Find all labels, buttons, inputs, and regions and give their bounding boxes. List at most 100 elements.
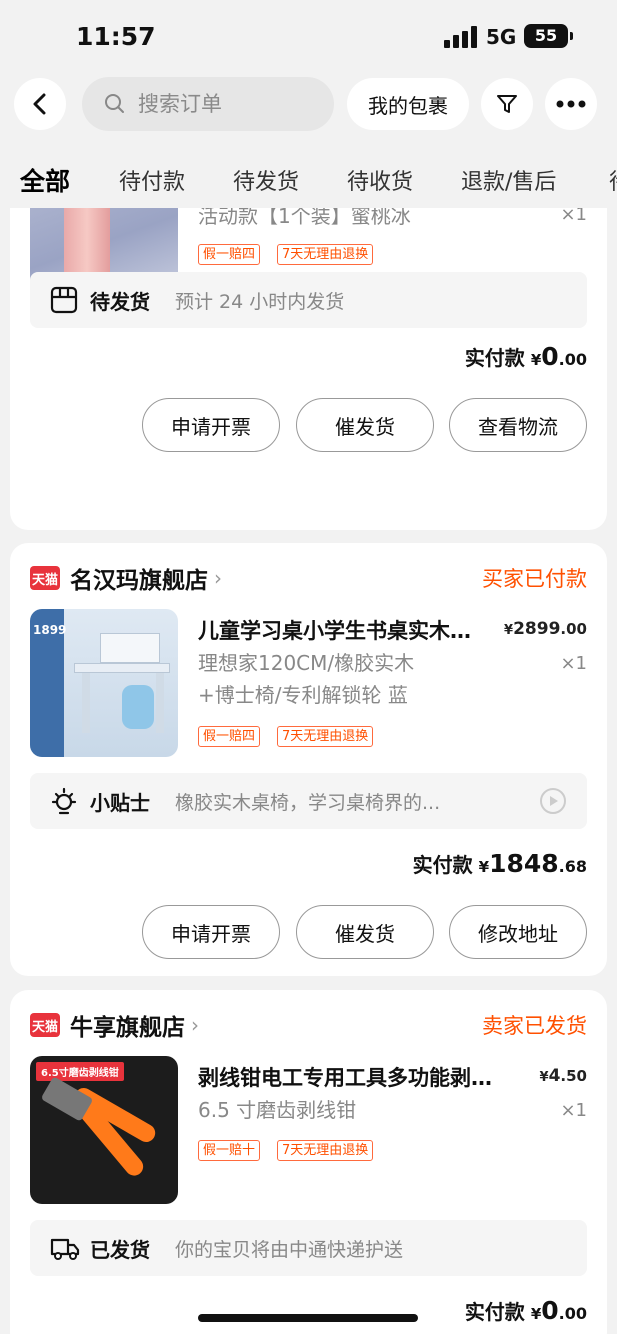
product-price: ¥2899.00: [504, 619, 587, 639]
tab-refund[interactable]: 退款/售后: [461, 164, 556, 196]
filter-button[interactable]: [481, 78, 533, 130]
currency-symbol: ¥: [478, 858, 490, 876]
tab-pending-payment[interactable]: 待付款: [119, 164, 185, 196]
thumb-label: 6.5寸磨齿剥线钳: [36, 1062, 124, 1081]
order-status: 买家已付款: [482, 567, 587, 591]
tag-return-policy: 7天无理由退换: [277, 1140, 374, 1161]
paid-amount: 实付款 ¥0.00: [465, 1296, 587, 1325]
paid-int: 0: [541, 1296, 559, 1325]
product-qty: ×1: [560, 208, 587, 225]
tag-fake-compensation: 假一赔四: [198, 726, 261, 747]
info-desc: 橡胶实木桌椅，学习桌椅界的...: [175, 792, 441, 814]
my-package-label: 我的包裹: [368, 93, 448, 118]
desk-shelf: [100, 633, 160, 663]
my-package-button[interactable]: 我的包裹: [347, 78, 469, 130]
product-price: ¥4.50: [540, 1066, 587, 1086]
paid-label: 实付款: [464, 346, 525, 370]
desk-leg: [82, 673, 90, 733]
search-input[interactable]: [138, 85, 324, 123]
play-icon[interactable]: [539, 787, 567, 815]
price-dec: .00: [560, 620, 587, 638]
tab-pending-receipt[interactable]: 待收货: [347, 164, 413, 196]
tag-return-policy: 7天无理由退换: [277, 244, 374, 265]
home-indicator[interactable]: [198, 1314, 418, 1322]
desk-leg: [156, 673, 164, 733]
info-label: 已发货: [90, 1238, 150, 1262]
search-box[interactable]: [82, 77, 334, 131]
paid-label: 实付款: [464, 1300, 525, 1324]
lightbulb-icon: [51, 787, 77, 815]
order-status: 卖家已发货: [482, 1014, 587, 1038]
product-thumbnail[interactable]: 6.5寸磨齿剥线钳: [30, 1056, 178, 1204]
currency-symbol: ¥: [530, 351, 542, 369]
status-time: 11:57: [76, 22, 156, 51]
network-label: 5G: [486, 25, 517, 49]
back-icon: [33, 93, 46, 115]
shop-name: 名汉玛旗舰店: [70, 568, 208, 594]
tag-return-policy: 7天无理由退换: [277, 726, 374, 747]
shipping-info-bar[interactable]: 已发货 你的宝贝将由中通快递护送: [30, 1220, 587, 1276]
paid-dec: .00: [558, 1304, 587, 1323]
tab-all[interactable]: 全部: [20, 162, 70, 198]
price-int: 4: [548, 1066, 561, 1086]
tab-more[interactable]: 待: [609, 164, 617, 196]
chevron-right-icon: ›: [214, 566, 222, 590]
order-tabs: 全部 待付款 待发货 待收货 退款/售后 待: [0, 158, 617, 208]
tip-bar[interactable]: 小贴士 橡胶实木桌椅，学习桌椅界的...: [30, 773, 587, 829]
product-title[interactable]: 剥线钳电工专用工具多功能剥线钳: [198, 1062, 503, 1092]
info-desc: 你的宝贝将由中通快递护送: [175, 1239, 404, 1261]
edit-address-button[interactable]: 修改地址: [449, 905, 587, 959]
product-spec: 6.5 寸磨齿剥线钳: [198, 1098, 357, 1122]
shop-header[interactable]: 天猫 牛享旗舰店 ›: [30, 1008, 199, 1042]
product-qty: ×1: [560, 653, 587, 674]
paid-dec: .00: [558, 350, 587, 369]
chair: [122, 685, 154, 729]
invoice-button[interactable]: 申请开票: [142, 398, 280, 452]
shop-header[interactable]: 天猫 名汉玛旗舰店 ›: [30, 561, 222, 595]
info-label: 待发货: [90, 290, 150, 314]
more-button[interactable]: [545, 78, 597, 130]
desk-top: [74, 663, 170, 673]
order-card: 天猫 名汉玛旗舰店 › 买家已付款 1899 儿童学习桌小学生书桌实木书桌 ¥2…: [10, 543, 607, 976]
product-qty: ×1: [560, 1100, 587, 1121]
product-thumbnail[interactable]: 1899: [30, 609, 178, 757]
invoice-button[interactable]: 申请开票: [142, 905, 280, 959]
back-button[interactable]: [14, 78, 66, 130]
tag-fake-compensation: 假一赔四: [198, 244, 261, 265]
truck-icon: [50, 1238, 80, 1260]
search-icon: [105, 94, 124, 113]
currency-symbol: ¥: [504, 623, 514, 638]
filter-icon: [497, 95, 517, 113]
order-card: 活动款【1个装】蜜桃冰 ×1 假一赔四 7天无理由退换 待发货 预计 24 小时…: [10, 208, 607, 530]
shop-name: 牛享旗舰店: [70, 1015, 185, 1041]
paid-int: 1848: [489, 849, 559, 878]
shipping-info-bar[interactable]: 待发货 预计 24 小时内发货: [30, 272, 587, 328]
thumb-price: 1899: [33, 623, 67, 637]
product-spec-line1: 理想家120CM/橡胶实木: [198, 651, 415, 675]
tmall-badge: 天猫: [30, 566, 60, 590]
tmall-badge: 天猫: [30, 1013, 60, 1037]
battery-icon: 55: [524, 24, 573, 48]
order-list[interactable]: 活动款【1个装】蜜桃冰 ×1 假一赔四 7天无理由退换 待发货 预计 24 小时…: [0, 208, 617, 1334]
tab-pending-shipment[interactable]: 待发货: [233, 164, 299, 196]
chevron-right-icon: ›: [191, 1013, 199, 1037]
paid-amount: 实付款 ¥1848.68: [413, 849, 587, 878]
product-spec-line2: +博士椅/专利解锁轮 蓝: [198, 683, 408, 707]
info-label: 小贴士: [90, 791, 150, 815]
currency-symbol: ¥: [539, 1070, 549, 1085]
tag-fake-compensation: 假一赔十: [198, 1140, 261, 1161]
product-title[interactable]: 儿童学习桌小学生书桌实木书桌: [198, 615, 488, 645]
paid-int: 0: [541, 342, 559, 371]
price-dec: .50: [560, 1067, 587, 1085]
currency-symbol: ¥: [530, 1305, 542, 1323]
product-spec: 活动款【1个装】蜜桃冰: [198, 208, 411, 228]
urge-shipment-button[interactable]: 催发货: [296, 398, 434, 452]
view-logistics-button[interactable]: 查看物流: [449, 398, 587, 452]
urge-shipment-button[interactable]: 催发货: [296, 905, 434, 959]
signal-icon: [444, 26, 478, 48]
info-desc: 预计 24 小时内发货: [175, 291, 345, 313]
paid-amount: 实付款 ¥0.00: [465, 342, 587, 371]
paid-dec: .68: [558, 857, 587, 876]
order-card: 天猫 牛享旗舰店 › 卖家已发货 6.5寸磨齿剥线钳 剥线钳电工专用工具多功能剥…: [10, 990, 607, 1334]
package-icon: [50, 286, 78, 314]
